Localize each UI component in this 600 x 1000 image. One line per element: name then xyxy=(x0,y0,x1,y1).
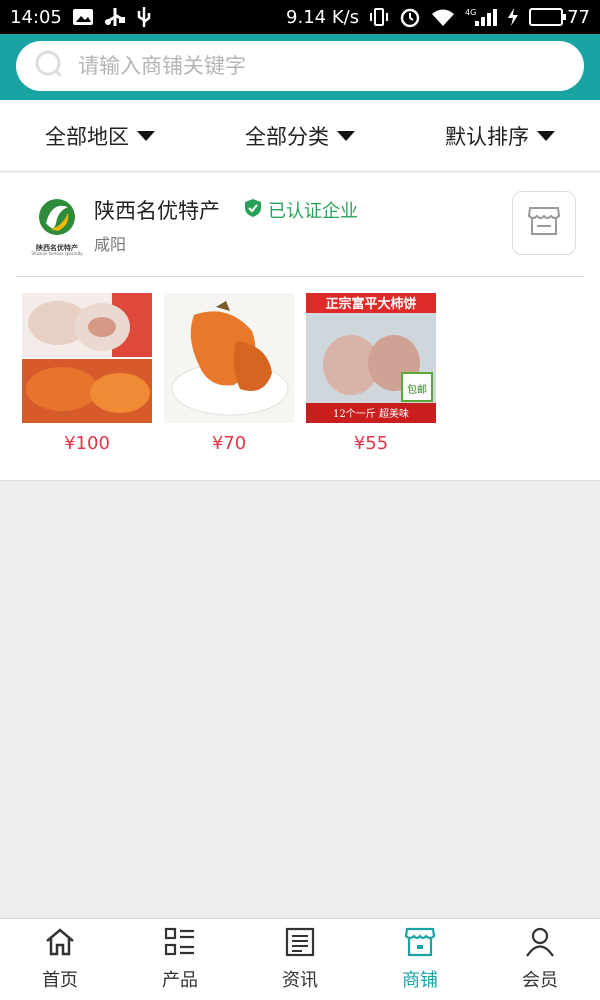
search-icon xyxy=(34,49,64,83)
caret-down-icon xyxy=(137,130,155,141)
tab-news-label: 资讯 xyxy=(282,970,318,991)
verified-label: 已认证企业 xyxy=(268,201,358,222)
tab-member-label: 会员 xyxy=(522,970,558,991)
enter-store-button[interactable] xyxy=(512,191,576,255)
svg-text:4G: 4G xyxy=(465,8,476,17)
product-price: ¥70 xyxy=(211,433,247,454)
tab-store[interactable]: 商铺 xyxy=(360,919,480,1000)
shop-region: 咸阳 xyxy=(94,235,127,254)
filter-bar: 全部地区 全部分类 默认排序 xyxy=(0,100,600,172)
filter-category-label: 全部分类 xyxy=(245,124,329,149)
product-banner-text: 正宗富平大柿饼 xyxy=(325,296,416,312)
tab-member[interactable]: 会员 xyxy=(480,919,600,1000)
verified-badge: 已认证企业 xyxy=(244,197,358,223)
usb-debug-icon xyxy=(136,6,152,28)
home-icon xyxy=(44,927,76,962)
bottom-tab-bar: 首页 产品 资讯 商铺 会员 xyxy=(0,918,600,1000)
alarm-icon xyxy=(399,6,421,28)
list-icon xyxy=(164,927,196,962)
news-icon xyxy=(284,927,316,962)
tab-products-label: 产品 xyxy=(162,970,198,991)
product-tag-text: 包邮 xyxy=(407,383,427,396)
shop-header: 陕西名优特产 Shaanxi famous specialty 陕西名优特产 已… xyxy=(16,173,584,277)
shop-name[interactable]: 陕西名优特产 xyxy=(94,195,220,225)
shop-logo: 陕西名优特产 Shaanxi famous specialty xyxy=(28,193,86,257)
vibrate-icon xyxy=(369,7,389,27)
wifi-icon xyxy=(431,7,455,27)
product-image[interactable]: 正宗富平大柿饼 包邮 12个一斤 超美味 xyxy=(306,293,436,423)
tab-news[interactable]: 资讯 xyxy=(240,919,360,1000)
caret-down-icon xyxy=(537,130,555,141)
store-icon xyxy=(404,927,436,962)
signal-icon: 4G xyxy=(465,7,498,27)
product-image[interactable] xyxy=(164,293,294,423)
product-item[interactable]: ¥70 xyxy=(164,293,294,454)
product-item[interactable]: 正宗富平大柿饼 包邮 12个一斤 超美味 ¥55 xyxy=(306,293,436,454)
filter-category[interactable]: 全部分类 xyxy=(245,121,355,151)
shop-card[interactable]: 陕西名优特产 Shaanxi famous specialty 陕西名优特产 已… xyxy=(0,173,600,481)
caret-down-icon xyxy=(337,130,355,141)
filter-region[interactable]: 全部地区 xyxy=(45,121,155,151)
product-list: ¥100 ¥70 正宗富平大柿饼 包邮 12个一斤 超美味 ¥55 xyxy=(22,293,436,454)
product-caption-text: 12个一斤 超美味 xyxy=(333,407,409,420)
usb-icon xyxy=(104,7,126,27)
product-price: ¥100 xyxy=(64,433,110,454)
search-bar[interactable] xyxy=(16,41,584,91)
charging-icon xyxy=(507,7,519,27)
filter-region-label: 全部地区 xyxy=(45,124,129,149)
filter-sort[interactable]: 默认排序 xyxy=(445,121,555,151)
status-bar: 14:05 9.14 K/s 4G 77 xyxy=(0,0,600,34)
product-price: ¥55 xyxy=(353,433,389,454)
tab-home-label: 首页 xyxy=(42,970,78,991)
product-item[interactable]: ¥100 xyxy=(22,293,152,454)
battery-percent: 77 xyxy=(567,6,590,28)
product-image[interactable] xyxy=(22,293,152,423)
search-input[interactable] xyxy=(78,54,558,78)
header xyxy=(0,34,600,100)
filter-sort-label: 默认排序 xyxy=(445,124,529,149)
shield-check-icon xyxy=(244,198,262,223)
shop-logo-subtext: Shaanxi famous specialty xyxy=(31,251,83,256)
tab-home[interactable]: 首页 xyxy=(0,919,120,1000)
network-speed: 9.14 K/s xyxy=(286,6,360,28)
tab-products[interactable]: 产品 xyxy=(120,919,240,1000)
user-icon xyxy=(524,927,556,962)
image-icon xyxy=(72,8,94,26)
store-icon xyxy=(527,206,561,240)
tab-store-label: 商铺 xyxy=(402,970,438,991)
status-time: 14:05 xyxy=(10,6,62,28)
battery-indicator: 77 xyxy=(529,7,590,28)
